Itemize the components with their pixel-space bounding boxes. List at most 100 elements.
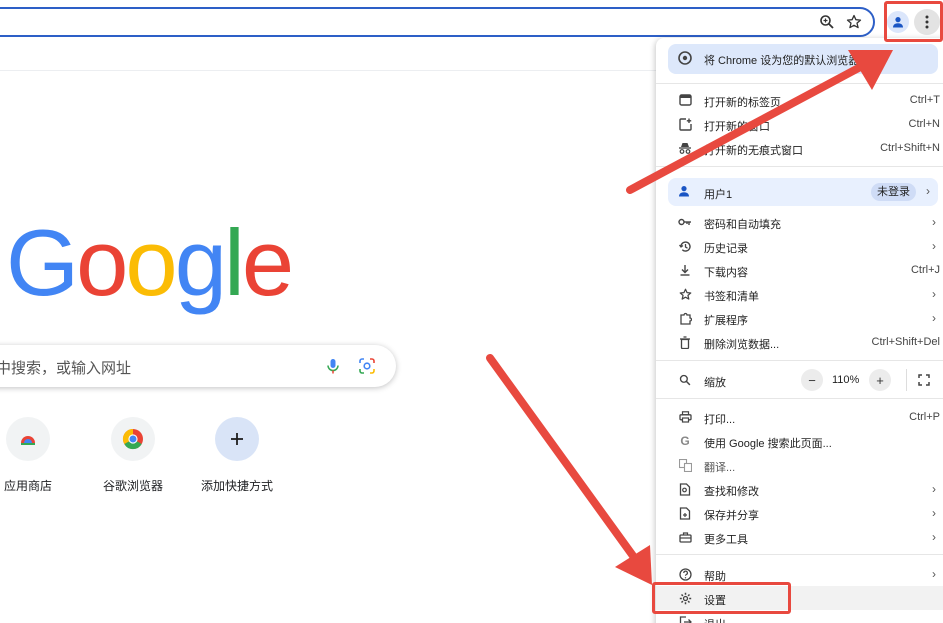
menu-item-label: 打开新的窗口 [704, 121, 770, 133]
zoom-icon [677, 372, 693, 388]
key-icon [677, 214, 693, 230]
menu-separator [656, 398, 943, 399]
menu-separator [656, 166, 943, 167]
menu-item-label: 删除浏览数据... [704, 339, 780, 351]
print-icon [677, 409, 693, 425]
fullscreen-button[interactable] [906, 369, 940, 391]
fullscreen-icon [917, 374, 930, 386]
menu-item-label: 更多工具 [704, 534, 748, 546]
zoom-out-button[interactable]: − [801, 369, 823, 391]
chevron-right-icon: › [932, 506, 936, 520]
microphone-icon[interactable] [324, 357, 342, 375]
chevron-right-icon: › [932, 287, 936, 301]
menu-item-zoom: 缩放 [656, 368, 943, 392]
menu-item-save-share[interactable]: 保存并分享 › [656, 501, 943, 525]
menu-item-new-tab[interactable]: 打开新的标签页 Ctrl+T [656, 88, 943, 112]
browser-window: G o o g l e 中搜索，或输入网址 应用商店 谷歌浏览器 添加快捷方式 [0, 0, 943, 623]
zoom-in-button[interactable]: + [869, 369, 891, 391]
chevron-right-icon: › [932, 482, 936, 496]
shortcut-chrome[interactable]: 谷歌浏览器 [88, 417, 178, 494]
menu-separator [656, 83, 943, 84]
menu-item-shortcut: Ctrl+N [908, 118, 940, 130]
menu-item-label: 缩放 [704, 377, 726, 389]
menu-item-label: 翻译... [704, 462, 736, 474]
google-g-icon: G [680, 434, 690, 448]
menu-item-shortcut: Ctrl+Shift+N [880, 142, 940, 154]
menu-item-label: 下载内容 [704, 267, 748, 279]
chevron-right-icon: › [932, 215, 936, 229]
annotation-box-settings [652, 582, 791, 614]
new-window-icon [677, 116, 693, 132]
plus-icon [215, 417, 259, 461]
incognito-icon [677, 140, 693, 156]
find-icon [677, 481, 693, 497]
shortcut-label: 应用商店 [3, 479, 52, 493]
google-lens-icon[interactable] [358, 357, 376, 375]
person-icon [678, 184, 690, 202]
annotation-box-menu-button [884, 1, 943, 42]
bookmark-star-icon[interactable] [845, 13, 863, 31]
chevron-right-icon: › [932, 567, 936, 581]
menu-separator [656, 360, 943, 361]
annotation-arrow-to-settings [486, 354, 652, 585]
toolbox-icon [677, 529, 693, 545]
save-share-icon [677, 505, 693, 521]
history-icon [677, 238, 693, 254]
menu-item-label: 退出 [704, 616, 726, 623]
menu-item-label: 用户1 [704, 189, 733, 201]
chevron-right-icon: › [932, 239, 936, 253]
zoom-indicator-icon[interactable] [818, 13, 836, 31]
chevron-right-icon: › [932, 530, 936, 544]
menu-item-search-page[interactable]: G 使用 Google 搜索此页面... [656, 429, 943, 453]
logo-letter: G [6, 209, 79, 315]
translate-icon [677, 457, 693, 473]
web-store-icon [6, 417, 50, 461]
google-search-box[interactable]: 中搜索，或输入网址 [0, 345, 396, 387]
menu-item-shortcut: Ctrl+Shift+Del [871, 336, 940, 348]
trash-icon [677, 334, 693, 350]
banner-text: 将 Chrome 设为您的默认浏览器 [704, 55, 860, 67]
menu-item-label: 使用 Google 搜索此页面... [704, 438, 832, 450]
zoom-level: 110% [832, 374, 860, 386]
menu-item-history[interactable]: 历史记录 › [656, 234, 943, 258]
menu-item-label: 保存并分享 [704, 510, 759, 522]
help-icon [677, 566, 693, 582]
menu-item-find-edit[interactable]: 查找和修改 › [656, 477, 943, 501]
menu-item-passwords[interactable]: 密码和自动填充 › [656, 210, 943, 234]
menu-item-bookmarks[interactable]: 书签和清单 › [656, 282, 943, 306]
menu-item-label: 书签和清单 [704, 291, 759, 303]
logo-letter: l [223, 209, 245, 315]
chrome-icon [678, 51, 692, 70]
chevron-right-icon: › [926, 184, 930, 198]
chrome-icon [111, 417, 155, 461]
download-icon [677, 262, 693, 278]
exit-icon [677, 614, 693, 623]
menu-item-new-window[interactable]: 打开新的窗口 Ctrl+N [656, 112, 943, 136]
menu-item-translate[interactable]: 翻译... [656, 453, 943, 477]
star-icon [677, 286, 693, 302]
menu-item-print[interactable]: 打印... Ctrl+P [656, 405, 943, 429]
shortcut-label: 谷歌浏览器 [102, 479, 163, 493]
menu-item-downloads[interactable]: 下载内容 Ctrl+J [656, 258, 943, 282]
menu-item-more-tools[interactable]: 更多工具 › [656, 525, 943, 549]
chrome-menu: 将 Chrome 设为您的默认浏览器 打开新的标签页 Ctrl+T 打开新的窗口… [656, 38, 943, 623]
menu-item-clear-data[interactable]: 删除浏览数据... Ctrl+Shift+Del [656, 330, 943, 354]
address-bar[interactable] [0, 7, 875, 37]
logo-letter: e [241, 209, 294, 315]
menu-item-extensions[interactable]: 扩展程序 › [656, 306, 943, 330]
menu-item-profile[interactable]: 用户1 未登录 › [668, 178, 938, 206]
default-browser-banner[interactable]: 将 Chrome 设为您的默认浏览器 [668, 44, 938, 74]
google-logo: G o o g l e [6, 210, 294, 315]
logo-letter: o [76, 209, 128, 315]
shortcut-add[interactable]: 添加快捷方式 [192, 417, 282, 494]
menu-item-incognito[interactable]: 打开新的无痕式窗口 Ctrl+Shift+N [656, 136, 943, 160]
shortcut-web-store[interactable]: 应用商店 [0, 417, 73, 494]
menu-item-label: 打开新的无痕式窗口 [704, 145, 803, 157]
logo-letter: g [174, 209, 227, 315]
puzzle-icon [677, 310, 693, 326]
menu-item-shortcut: Ctrl+J [910, 264, 940, 276]
menu-item-label: 密码和自动填充 [704, 219, 781, 231]
menu-item-label: 查找和修改 [704, 486, 759, 498]
menu-item-label: 打开新的标签页 [704, 97, 781, 109]
search-placeholder: 中搜索，或输入网址 [0, 360, 132, 377]
